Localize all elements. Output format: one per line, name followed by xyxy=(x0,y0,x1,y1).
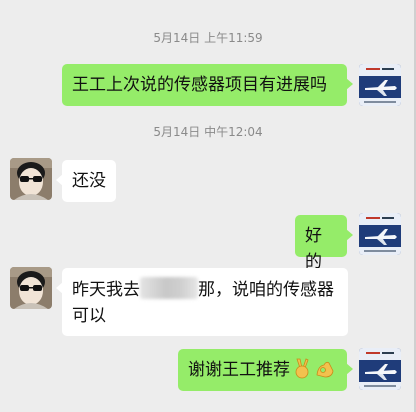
person-sunglasses-avatar-icon[interactable] xyxy=(10,267,52,309)
message-text: 谢谢王工推荐 xyxy=(188,360,290,380)
chat-window: 5月14日 上午11:59 王工上次说的传感器项目有进展吗 5月14日 中午12… xyxy=(0,0,416,412)
message-text: 那，说咱的传感器 xyxy=(198,280,334,300)
message-line-1: 昨天我去 那，说咱的传感器 xyxy=(72,277,338,303)
airplane-avatar-icon[interactable] xyxy=(359,64,401,106)
outgoing-message-bubble[interactable]: 王工上次说的传感器项目有进展吗 xyxy=(62,64,353,106)
message-line-2: 可以 xyxy=(72,306,106,326)
message-text: 还没 xyxy=(72,171,106,191)
message-text: 王工上次说的传感器项目有进展吗 xyxy=(72,75,327,95)
message-timestamp: 5月14日 上午11:59 xyxy=(153,31,263,45)
message-timestamp: 5月14日 中午12:04 xyxy=(153,125,263,139)
outgoing-message-bubble[interactable]: 谢谢王工推荐 xyxy=(178,349,353,391)
message-text: 昨天我去 xyxy=(72,280,140,300)
redacted-name-blur xyxy=(140,277,198,299)
ok-hand-emoji xyxy=(314,357,336,387)
incoming-message-bubble[interactable]: 昨天我去 那，说咱的传感器 可以 xyxy=(56,268,348,336)
outgoing-message-bubble[interactable]: 好的 xyxy=(295,215,353,272)
airplane-avatar-icon[interactable] xyxy=(359,213,401,255)
person-sunglasses-avatar-icon[interactable] xyxy=(10,158,52,200)
incoming-message-bubble[interactable]: 还没 xyxy=(56,160,116,202)
airplane-avatar-icon[interactable] xyxy=(359,348,401,390)
message-text: 好的 xyxy=(305,226,322,272)
victory-hand-emoji xyxy=(292,357,312,387)
